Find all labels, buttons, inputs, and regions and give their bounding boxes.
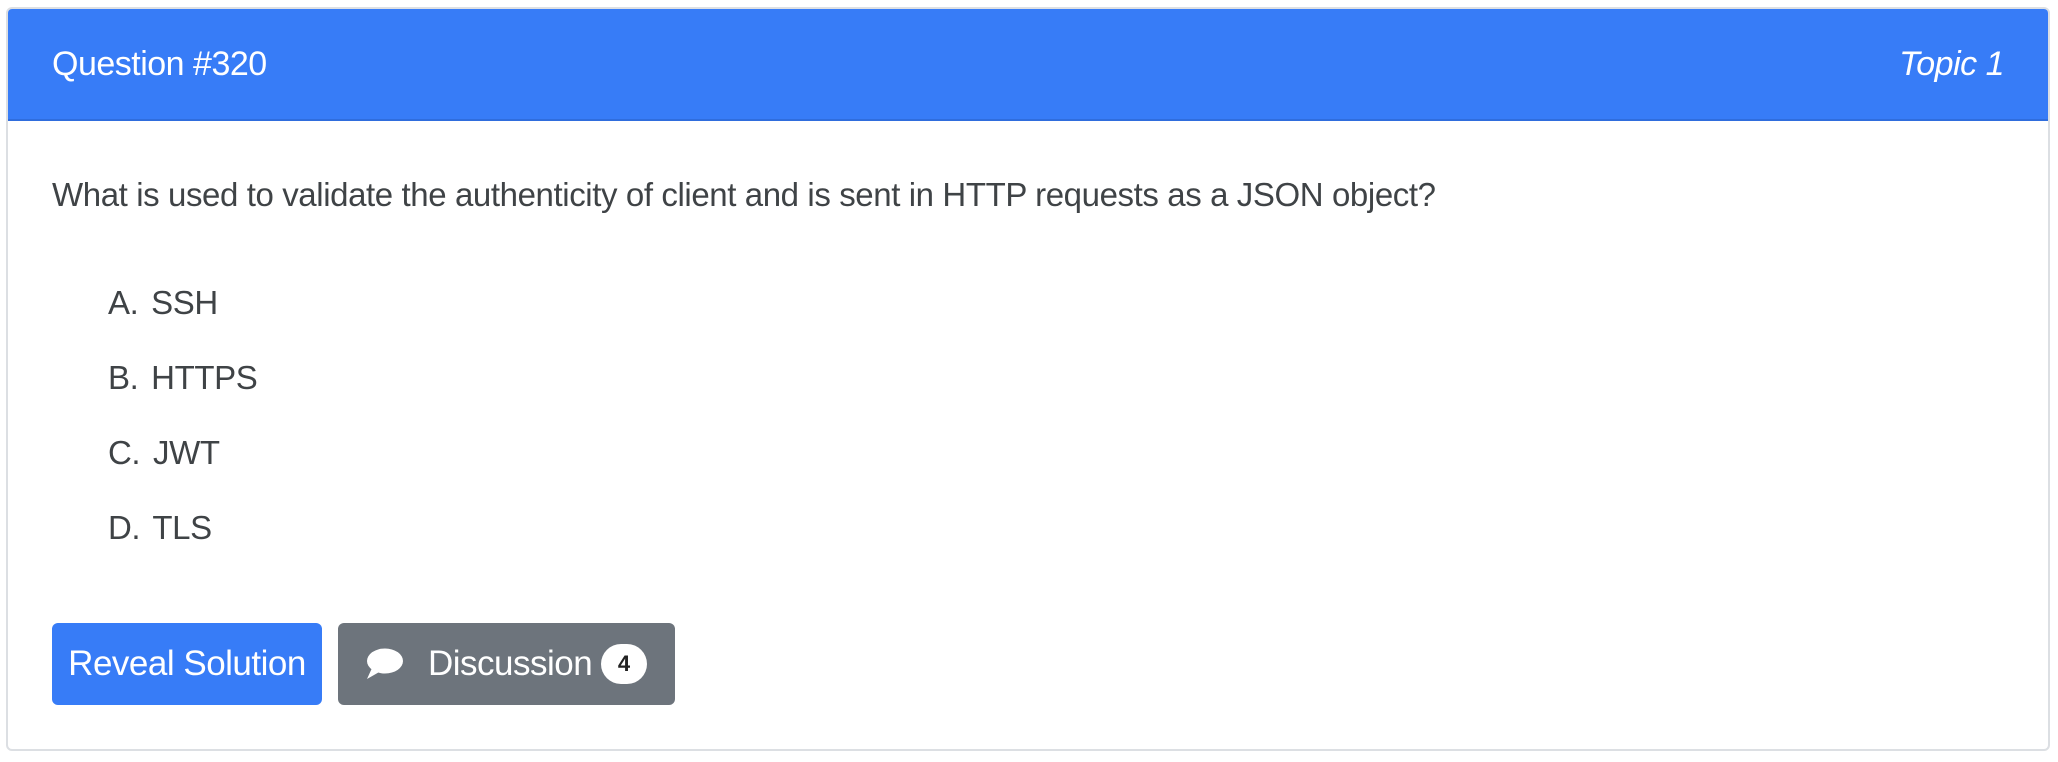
choice-c[interactable]: C. JWT: [108, 431, 2004, 506]
question-number: Question #320: [52, 44, 267, 83]
choice-letter: B.: [108, 359, 139, 396]
discussion-button[interactable]: Discussion 4: [338, 623, 675, 705]
choice-list: A. SSH B. HTTPS C. JWT D. TLS: [52, 281, 2004, 581]
discussion-count-badge: 4: [601, 644, 647, 684]
choice-letter: D.: [108, 509, 141, 546]
choice-d[interactable]: D. TLS: [108, 506, 2004, 581]
reveal-solution-button[interactable]: Reveal Solution: [52, 623, 322, 705]
choice-b[interactable]: B. HTTPS: [108, 356, 2004, 431]
choice-text: TLS: [152, 509, 212, 546]
card-body: What is used to validate the authenticit…: [8, 121, 2048, 581]
choice-text: SSH: [151, 284, 218, 321]
choice-text: HTTPS: [151, 359, 258, 396]
choice-letter: A.: [108, 284, 139, 321]
choice-a[interactable]: A. SSH: [108, 281, 2004, 356]
discussion-label: Discussion: [428, 644, 593, 683]
choice-letter: C.: [108, 434, 141, 471]
question-text: What is used to validate the authenticit…: [52, 176, 1436, 213]
speech-bubble-icon: [364, 646, 404, 682]
topic-label: Topic 1: [1899, 44, 2004, 83]
card-header: Question #320 Topic 1: [8, 9, 2048, 121]
question-card: Question #320 Topic 1 What is used to va…: [6, 7, 2050, 751]
action-bar: Reveal Solution Discussion 4: [52, 623, 675, 705]
choice-text: JWT: [152, 434, 220, 471]
